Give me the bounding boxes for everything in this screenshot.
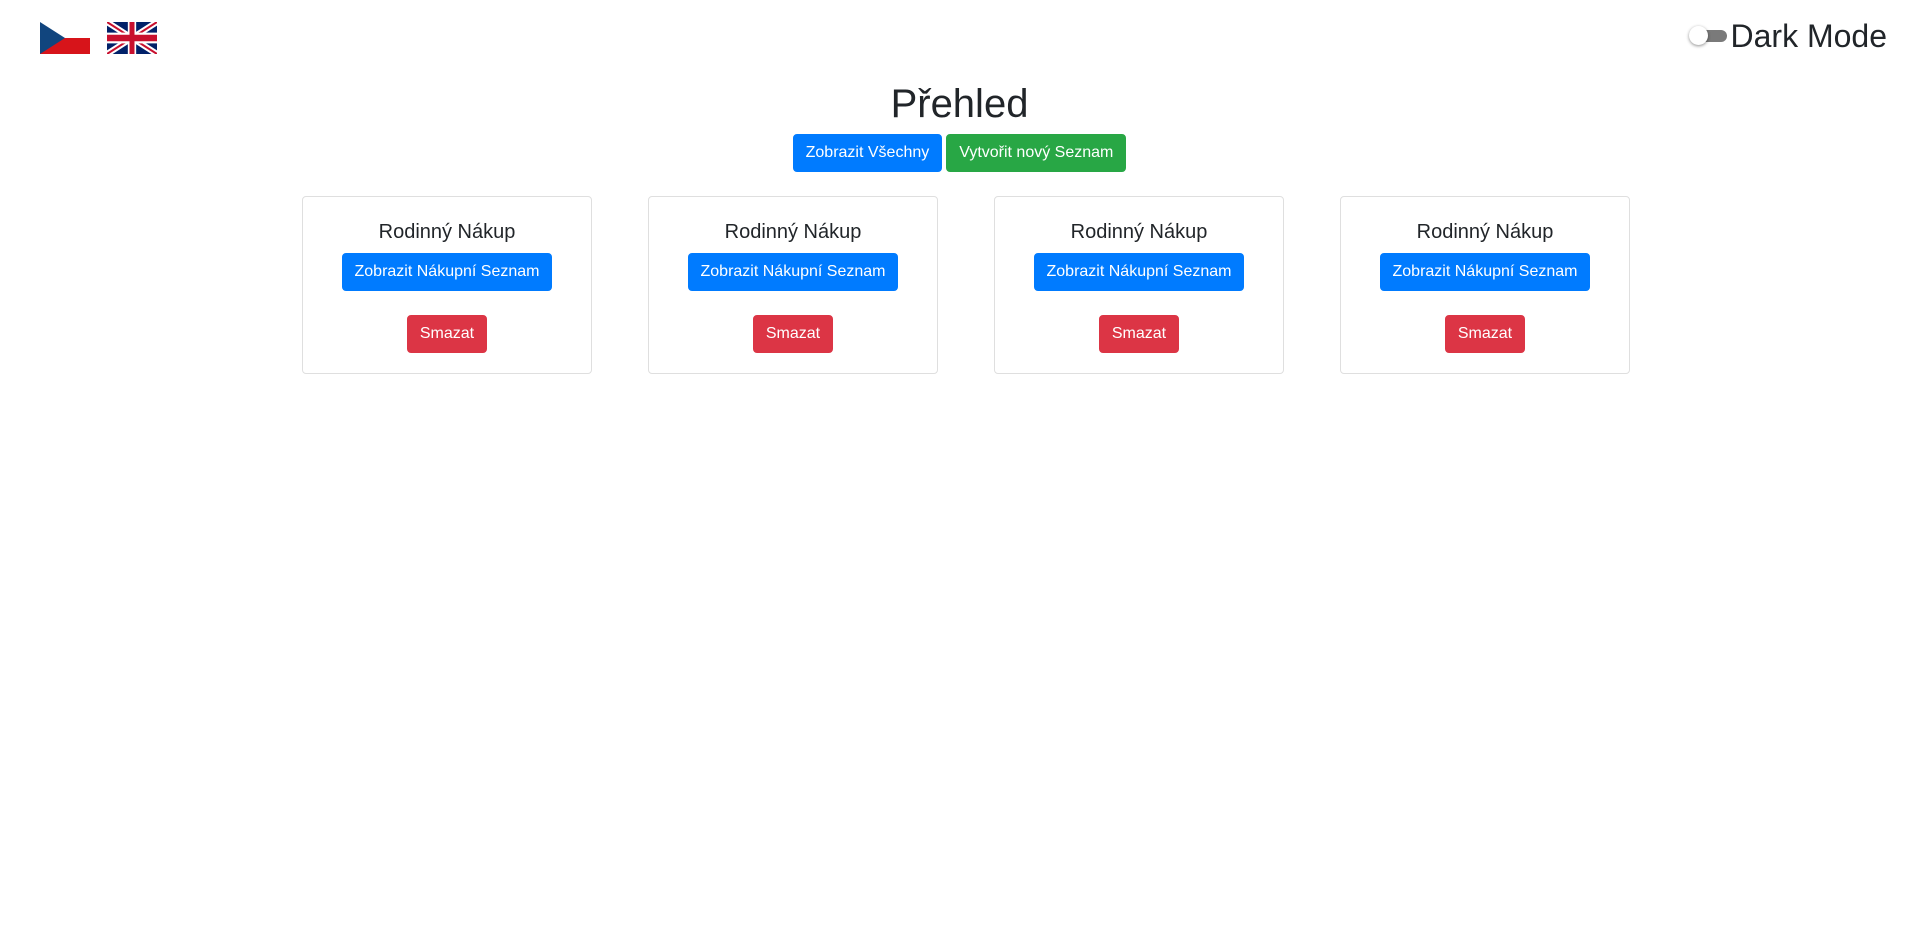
card-title: Rodinný Nákup [724,221,862,243]
view-list-button[interactable]: Zobrazit Nákupní Seznam [687,253,899,291]
shopping-list-card: Rodinný Nákup Zobrazit Nákupní Seznam Sm… [994,196,1284,374]
view-list-button[interactable]: Zobrazit Nákupní Seznam [1379,253,1591,291]
language-switcher [40,22,157,54]
card-title: Rodinný Nákup [378,221,516,243]
card-title: Rodinný Nákup [1070,221,1208,243]
action-bar: Zobrazit Všechny Vytvořit nový Seznam [0,134,1919,172]
uk-flag-icon[interactable] [107,22,157,54]
toggle-knob [1688,26,1708,45]
dark-mode-label: Dark Mode [1730,18,1888,54]
toggle-switch[interactable] [1688,26,1729,45]
card-title: Rodinný Nákup [1416,221,1554,243]
delete-button[interactable]: Smazat [752,315,834,353]
page-title: Přehled [890,82,1029,126]
view-list-button[interactable]: Zobrazit Nákupní Seznam [341,253,553,291]
delete-button[interactable]: Smazat [406,315,488,353]
shopping-list-card: Rodinný Nákup Zobrazit Nákupní Seznam Sm… [302,196,592,374]
czech-flag-icon[interactable] [40,22,90,54]
dark-mode-toggle[interactable]: Dark Mode [1688,16,1888,56]
delete-button[interactable]: Smazat [1444,315,1526,353]
top-bar: Dark Mode [0,0,1919,70]
shopping-list-card: Rodinný Nákup Zobrazit Nákupní Seznam Sm… [1340,196,1630,374]
shopping-list-card: Rodinný Nákup Zobrazit Nákupní Seznam Sm… [648,196,938,374]
view-list-button[interactable]: Zobrazit Nákupní Seznam [1033,253,1245,291]
create-list-button[interactable]: Vytvořit nový Seznam [946,134,1127,172]
show-all-button[interactable]: Zobrazit Všechny [792,134,943,172]
shopping-list-cards: Rodinný Nákup Zobrazit Nákupní Seznam Sm… [302,196,1630,374]
delete-button[interactable]: Smazat [1098,315,1180,353]
